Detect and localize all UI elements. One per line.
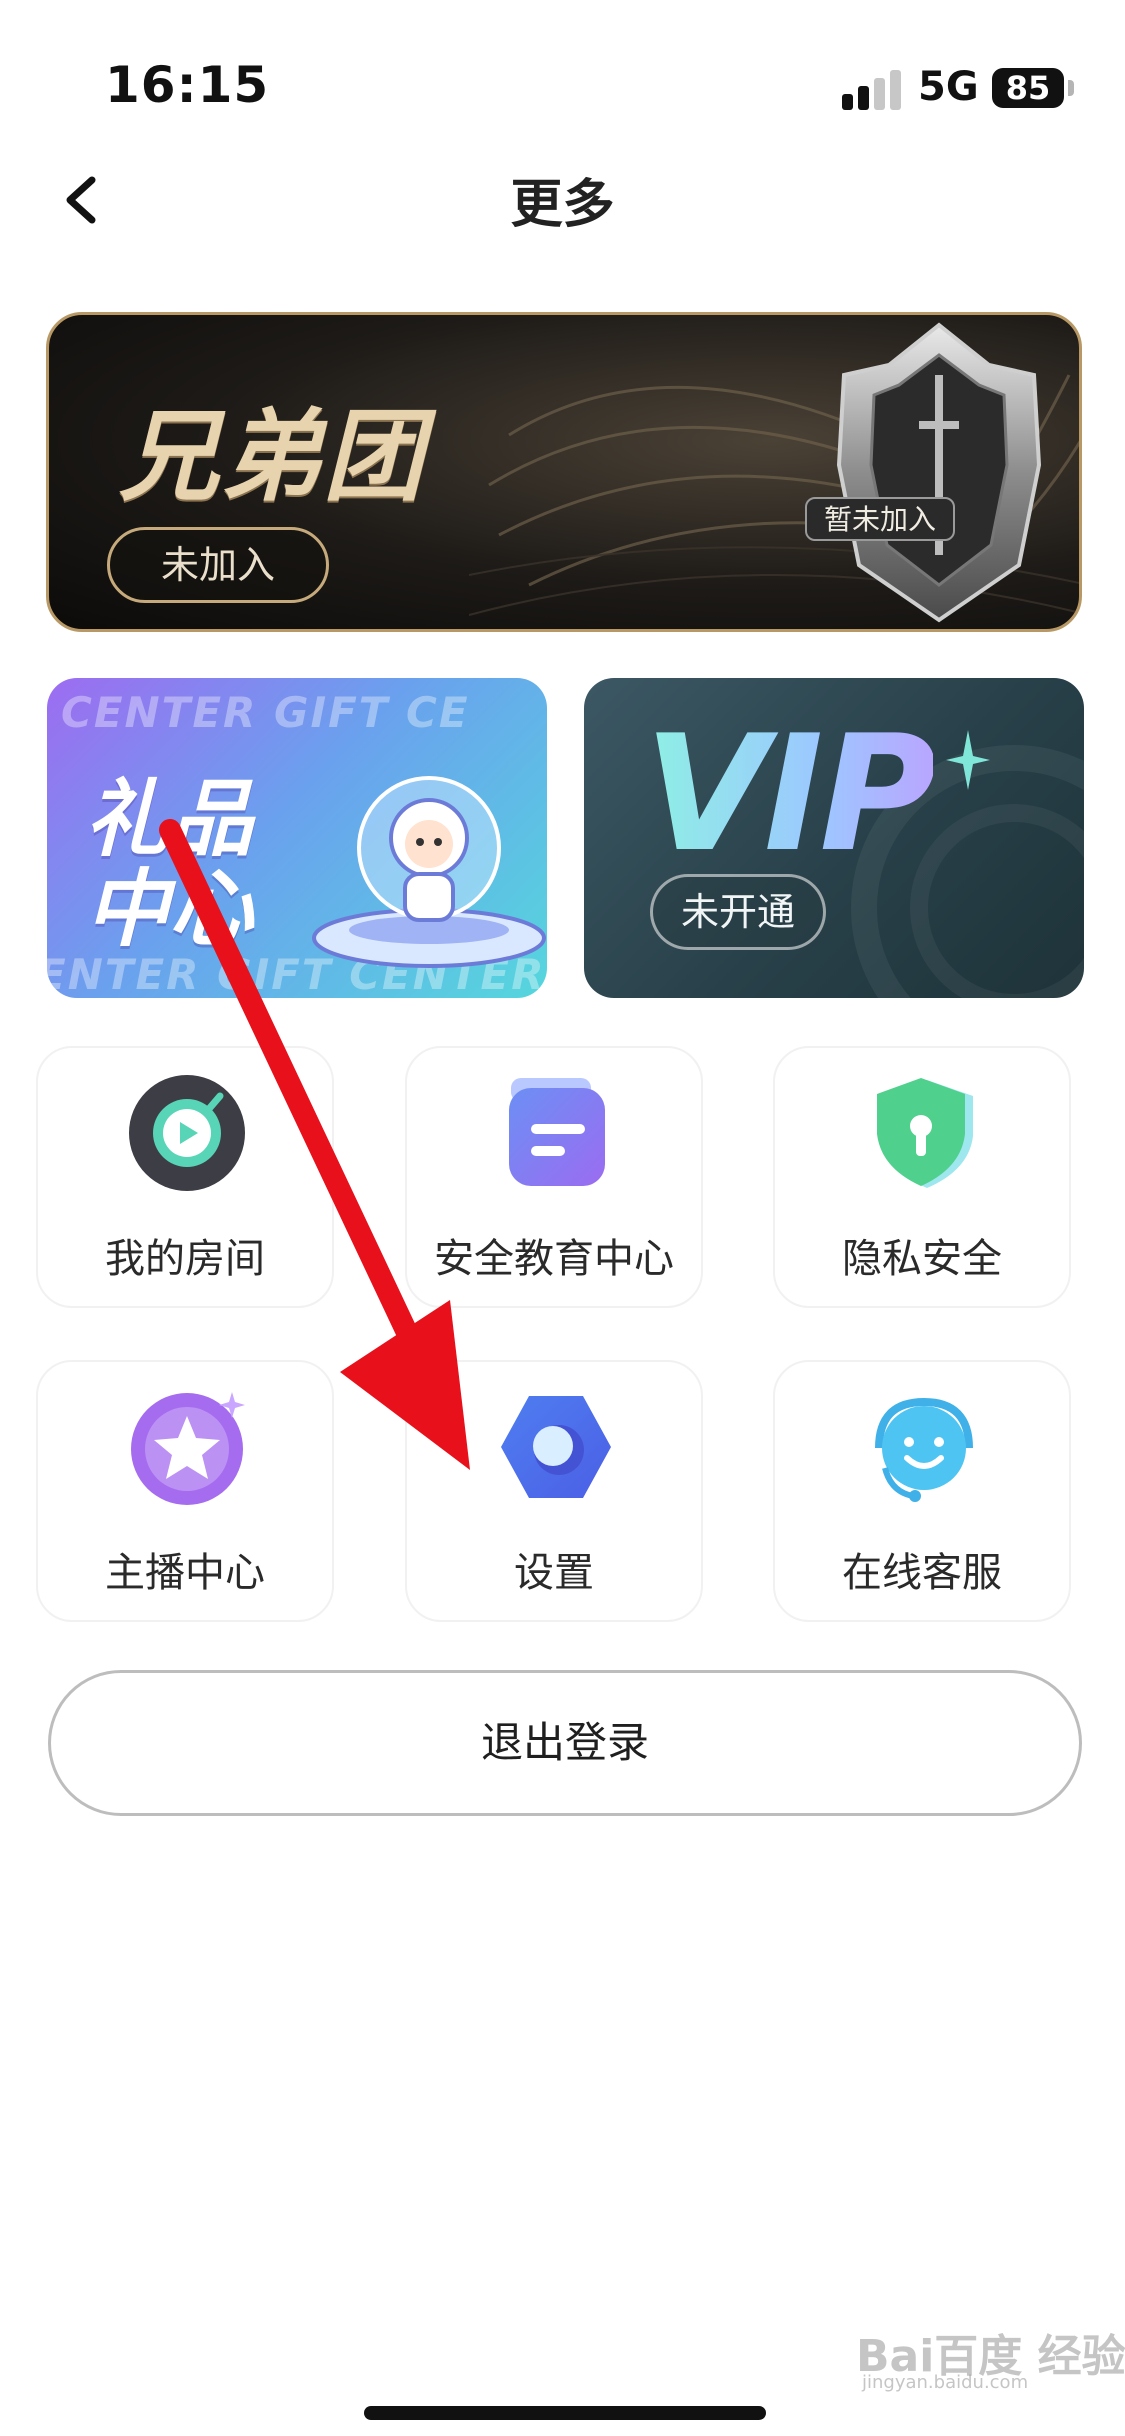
tile-customer-service[interactable]: 在线客服 [773,1360,1071,1622]
safety-education-icon [509,1078,605,1186]
customer-service-icon [875,1397,973,1502]
status-time: 16:15 [105,56,270,114]
tile-my-room[interactable]: 我的房间 [36,1046,334,1308]
tile-privacy-security[interactable]: 隐私安全 [773,1046,1071,1308]
gift-center-title: 礼品中心 [85,770,254,958]
logout-button[interactable]: 退出登录 [48,1670,1082,1816]
tile-label: 安全教育中心 [434,1236,674,1282]
gift-center-card[interactable]: CENTER GIFT CE ENTER GIFT CENTER 礼品中心 [47,678,547,998]
network-type: 5G [918,64,979,110]
gift-center-deco-top: CENTER GIFT CE [61,688,470,737]
star-icon [131,1392,245,1505]
home-indicator[interactable] [364,2406,766,2420]
tile-label: 设置 [514,1550,594,1596]
tile-safety-education[interactable]: 安全教育中心 [405,1046,703,1308]
baidu-watermark: Bai百度 经验 jingyan.baidu.com [856,2310,1125,2393]
page-title: 更多 [510,175,615,235]
signal-icon [842,68,902,110]
sparkle-icon [946,730,990,790]
watermark-sub: jingyan.baidu.com [862,2372,1029,2393]
tile-label: 我的房间 [105,1236,265,1282]
tile-settings[interactable]: 设置 [405,1360,703,1622]
settings-hexagon-icon [501,1396,611,1498]
brotherhood-title: 兄弟团 [119,398,425,515]
status-bar: 16:15 5G 85 [0,0,1125,140]
brotherhood-badge-label: 暂未加入 [805,497,955,541]
tile-label: 在线客服 [842,1550,1002,1596]
battery-icon: 85 [992,68,1064,108]
tile-label: 主播中心 [105,1550,265,1596]
vip-card[interactable]: VIP 未开通 [584,678,1084,998]
astronaut-spaceship-icon [312,776,546,968]
shield-badge-icon [836,322,1042,623]
vip-title: VIP [644,700,937,887]
privacy-shield-icon [877,1078,973,1188]
my-room-icon [129,1075,245,1191]
battery-tip [1068,80,1074,96]
tile-anchor-center[interactable]: 主播中心 [36,1360,334,1622]
tile-label: 隐私安全 [842,1236,1002,1282]
brotherhood-status-pill[interactable]: 未加入 [107,527,329,603]
brotherhood-banner[interactable]: 兄弟团 未加入 暂未加入 [46,312,1082,632]
vip-status-pill[interactable]: 未开通 [650,874,826,950]
